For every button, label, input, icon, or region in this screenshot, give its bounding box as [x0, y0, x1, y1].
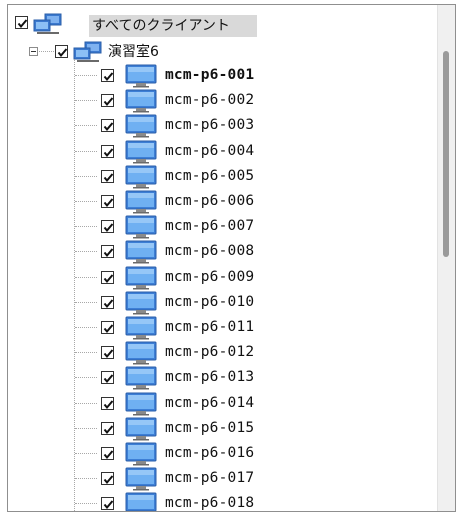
- client-label[interactable]: mcm-p6-001: [165, 66, 254, 84]
- monitor-icon: [125, 316, 157, 340]
- monitor-icon: [125, 114, 157, 138]
- client-label[interactable]: mcm-p6-004: [165, 142, 254, 160]
- group-label[interactable]: 演習室6: [108, 43, 159, 61]
- monitor-icon: [125, 366, 157, 390]
- monitor-icon: [125, 492, 157, 511]
- root-label[interactable]: すべてのクライアント: [92, 17, 230, 35]
- tree-line: [75, 428, 97, 429]
- client-label[interactable]: mcm-p6-002: [165, 91, 254, 109]
- client-checkbox[interactable]: [101, 371, 114, 384]
- root-checkbox[interactable]: [15, 16, 28, 29]
- client-label[interactable]: mcm-p6-006: [165, 192, 254, 210]
- tree-line: [75, 377, 97, 378]
- client-label[interactable]: mcm-p6-014: [165, 394, 254, 412]
- scrollbar-thumb[interactable]: [443, 51, 449, 257]
- client-checkbox[interactable]: [101, 170, 114, 183]
- monitor-icon: [125, 291, 157, 315]
- client-checkbox[interactable]: [101, 69, 114, 82]
- monitor-icon: [125, 140, 157, 164]
- tree-line: [75, 251, 97, 252]
- network-computers-icon: [33, 13, 63, 35]
- client-checkbox[interactable]: [101, 472, 114, 485]
- collapse-toggle[interactable]: [29, 47, 38, 56]
- client-checkbox[interactable]: [101, 195, 114, 208]
- client-checkbox[interactable]: [101, 245, 114, 258]
- tree-line: [74, 59, 75, 511]
- client-checkbox[interactable]: [101, 497, 114, 510]
- monitor-icon: [125, 341, 157, 365]
- tree-line: [75, 226, 97, 227]
- monitor-icon: [125, 392, 157, 416]
- client-tree-panel: すべてのクライアント 演習室6 mcm-p6-001 mcm-p6-002 mc…: [7, 4, 456, 512]
- tree-line: [75, 176, 97, 177]
- tree-line: [75, 100, 97, 101]
- tree-line: [75, 302, 97, 303]
- client-label[interactable]: mcm-p6-011: [165, 318, 254, 336]
- client-checkbox[interactable]: [101, 346, 114, 359]
- client-label[interactable]: mcm-p6-009: [165, 268, 254, 286]
- tree-line: [75, 503, 97, 504]
- vertical-scrollbar[interactable]: [437, 5, 455, 511]
- tree-line: [75, 352, 97, 353]
- client-checkbox[interactable]: [101, 296, 114, 309]
- monitor-icon: [125, 89, 157, 113]
- client-label[interactable]: mcm-p6-010: [165, 293, 254, 311]
- client-label[interactable]: mcm-p6-013: [165, 368, 254, 386]
- client-checkbox[interactable]: [101, 220, 114, 233]
- client-label[interactable]: mcm-p6-015: [165, 419, 254, 437]
- monitor-icon: [125, 417, 157, 441]
- client-label[interactable]: mcm-p6-012: [165, 343, 254, 361]
- tree-line: [75, 151, 97, 152]
- tree-line: [75, 277, 97, 278]
- client-checkbox[interactable]: [101, 447, 114, 460]
- group-checkbox[interactable]: [55, 45, 68, 58]
- client-checkbox[interactable]: [101, 397, 114, 410]
- client-label[interactable]: mcm-p6-003: [165, 116, 254, 134]
- client-checkbox[interactable]: [101, 422, 114, 435]
- client-checkbox[interactable]: [101, 271, 114, 284]
- client-checkbox[interactable]: [101, 119, 114, 132]
- monitor-icon: [125, 64, 157, 88]
- client-label[interactable]: mcm-p6-005: [165, 167, 254, 185]
- client-label[interactable]: mcm-p6-008: [165, 242, 254, 260]
- client-label[interactable]: mcm-p6-016: [165, 444, 254, 462]
- monitor-icon: [125, 215, 157, 239]
- monitor-icon: [125, 266, 157, 290]
- client-checkbox[interactable]: [101, 321, 114, 334]
- client-checkbox[interactable]: [101, 94, 114, 107]
- tree-line: [75, 453, 97, 454]
- client-checkbox[interactable]: [101, 145, 114, 158]
- client-label[interactable]: mcm-p6-017: [165, 469, 254, 487]
- monitor-icon: [125, 190, 157, 214]
- monitor-icon: [125, 442, 157, 466]
- tree-line: [75, 403, 97, 404]
- monitor-icon: [125, 240, 157, 264]
- network-computers-icon: [73, 41, 103, 63]
- monitor-icon: [125, 467, 157, 491]
- monitor-icon: [125, 165, 157, 189]
- tree-line: [75, 75, 97, 76]
- tree-line: [75, 478, 97, 479]
- client-label[interactable]: mcm-p6-018: [165, 494, 254, 511]
- tree-line: [75, 125, 97, 126]
- tree-line: [75, 327, 97, 328]
- tree-line: [39, 51, 54, 52]
- tree-line: [75, 201, 97, 202]
- client-label[interactable]: mcm-p6-007: [165, 217, 254, 235]
